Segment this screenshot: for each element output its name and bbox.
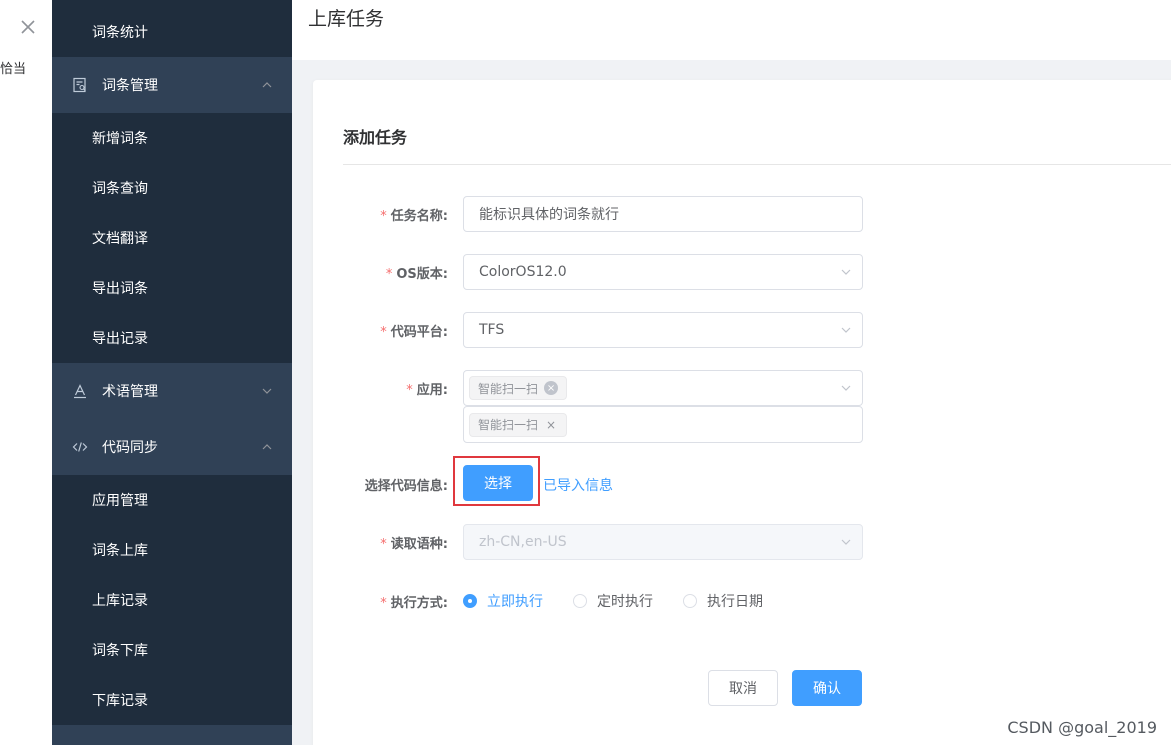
sidebar-item-new-term[interactable]: 新增词条 — [52, 113, 292, 163]
divider — [343, 164, 1171, 165]
tag-close-icon[interactable]: × — [544, 418, 558, 432]
sidebar-item-download-records[interactable]: 下库记录 — [52, 675, 292, 725]
chevron-up-icon — [262, 82, 272, 88]
code-platform-label: * 代码平台: — [380, 325, 448, 340]
radio-label: 执行日期 — [707, 594, 763, 610]
sidebar-item-term-stats[interactable]: 词条统计 — [52, 7, 292, 57]
radio-dot — [683, 594, 697, 608]
card-title: 添加任务 — [343, 128, 408, 147]
imported-info-link[interactable]: 已导入信息 — [543, 475, 613, 495]
chevron-down-icon — [841, 269, 851, 275]
sidebar-item-more[interactable] — [52, 725, 292, 745]
sidebar-item-label: 术语管理 — [102, 384, 158, 400]
sidebar-item-app-management[interactable]: 应用管理 — [52, 475, 292, 525]
sidebar-item-label: 上库记录 — [92, 593, 148, 609]
radio-dot — [463, 594, 477, 608]
select-button[interactable]: 选择 — [463, 465, 533, 501]
sidebar: 词条统计 词条管理 新增词条 词条查询 文档翻译 导出词条 导出记录 术语管理 … — [52, 0, 292, 745]
application-dropdown[interactable]: 智能扫一扫 × — [463, 406, 863, 443]
chevron-down-icon — [262, 388, 272, 394]
chevron-down-icon — [841, 327, 851, 333]
sidebar-item-label: 导出记录 — [92, 331, 148, 347]
close-icon[interactable] — [19, 18, 37, 36]
radio-scheduled[interactable]: 定时执行 — [573, 591, 653, 611]
sidebar-item-label: 应用管理 — [92, 493, 148, 509]
radio-label: 定时执行 — [597, 594, 653, 610]
sidebar-item-label: 新增词条 — [92, 131, 148, 147]
application-label: * 应用: — [406, 383, 448, 398]
left-strip-text: 恰当 — [0, 62, 27, 77]
radio-label: 立即执行 — [487, 594, 543, 610]
sidebar-item-label: 词条管理 — [102, 78, 158, 94]
app-dropdown-tag: 智能扫一扫 × — [469, 412, 568, 437]
sidebar-item-label: 词条上库 — [92, 543, 148, 559]
chevron-down-icon — [841, 385, 851, 391]
sidebar-item-glossary-management[interactable]: 术语管理 — [52, 363, 292, 419]
code-platform-select[interactable]: TFS — [463, 312, 863, 348]
task-name-input[interactable]: 能标识具体的词条就行 — [463, 196, 863, 232]
sidebar-item-code-sync[interactable]: 代码同步 — [52, 419, 292, 475]
page-header: 上库任务 — [292, 0, 1171, 60]
task-name-value: 能标识具体的词条就行 — [479, 207, 619, 223]
code-info-label: 选择代码信息: — [364, 479, 448, 494]
left-strip: 恰当 — [0, 0, 52, 745]
read-language-select: zh-CN,en-US — [463, 524, 863, 560]
task-name-label: * 任务名称: — [380, 209, 448, 224]
sidebar-item-label: 词条查询 — [92, 181, 148, 197]
read-language-value: zh-CN,en-US — [479, 534, 567, 550]
confirm-button[interactable]: 确认 — [792, 670, 862, 706]
radio-immediate[interactable]: 立即执行 — [463, 591, 543, 611]
exec-mode-label: * 执行方式: — [380, 596, 448, 611]
sidebar-item-label: 代码同步 — [102, 440, 158, 456]
cancel-button[interactable]: 取消 — [708, 670, 778, 706]
code-platform-value: TFS — [479, 322, 505, 338]
app-dropdown-tag-label: 智能扫一扫 — [478, 418, 539, 432]
app-tag-label: 智能扫一扫 — [478, 381, 539, 396]
radio-dot — [573, 594, 587, 608]
os-version-select[interactable]: ColorOS12.0 — [463, 254, 863, 290]
read-language-label: * 读取语种: — [380, 537, 448, 552]
sidebar-item-term-management[interactable]: 词条管理 — [52, 57, 292, 113]
sidebar-item-doc-translate[interactable]: 文档翻译 — [52, 213, 292, 263]
chevron-up-icon — [262, 444, 272, 450]
sidebar-item-label: 文档翻译 — [92, 231, 148, 247]
sidebar-item-export-records[interactable]: 导出记录 — [52, 313, 292, 363]
sidebar-item-term-download[interactable]: 词条下库 — [52, 625, 292, 675]
add-task-card: 添加任务 * 任务名称: 能标识具体的词条就行 * OS版本: ColorOS12.… — [313, 80, 1171, 745]
sidebar-item-label: 词条下库 — [92, 643, 148, 659]
os-version-value: ColorOS12.0 — [479, 264, 567, 280]
code-icon — [72, 439, 88, 455]
tag-close-icon[interactable]: × — [544, 381, 559, 395]
sidebar-item-term-upload[interactable]: 词条上库 — [52, 525, 292, 575]
chevron-down-icon — [841, 539, 851, 545]
sidebar-item-export-terms[interactable]: 导出词条 — [52, 263, 292, 313]
sidebar-item-upload-records[interactable]: 上库记录 — [52, 575, 292, 625]
sidebar-item-label: 导出词条 — [92, 281, 148, 297]
document-icon — [72, 77, 88, 93]
page-title: 上库任务 — [308, 8, 385, 30]
sidebar-item-label: 词条统计 — [92, 25, 148, 41]
text-a-icon — [72, 383, 88, 399]
sidebar-item-term-query[interactable]: 词条查询 — [52, 163, 292, 213]
sidebar-item-label: 下库记录 — [92, 693, 148, 709]
app-tag: 智能扫一扫 × — [469, 376, 568, 400]
os-version-label: * OS版本: — [385, 267, 448, 282]
watermark: CSDN @goal_2019 — [1007, 718, 1157, 737]
radio-exec-date[interactable]: 执行日期 — [683, 591, 763, 611]
application-select[interactable]: 智能扫一扫 × — [463, 370, 863, 406]
